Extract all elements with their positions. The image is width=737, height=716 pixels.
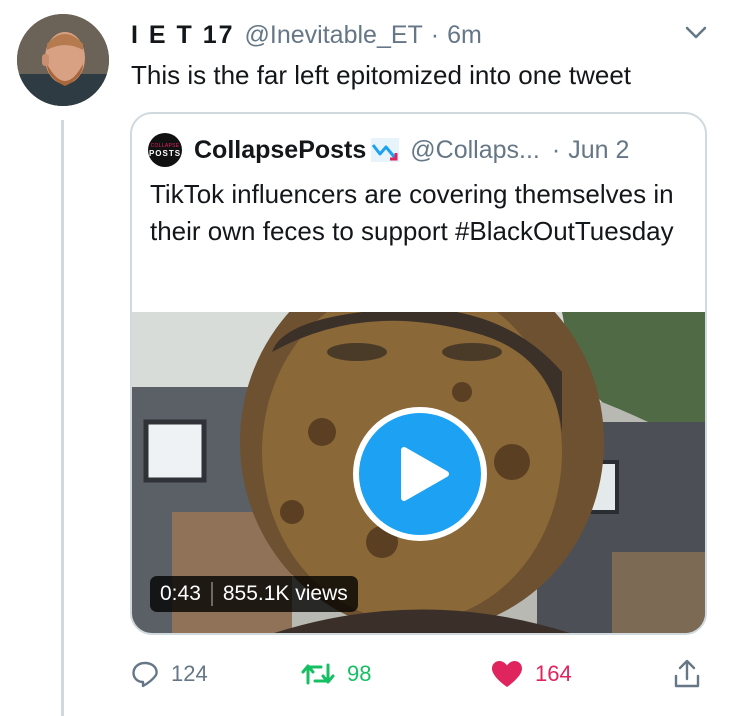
tweet-timestamp[interactable]: 6m xyxy=(447,21,482,50)
video-duration: 0:43 xyxy=(160,582,201,605)
reply-count: 124 xyxy=(171,661,208,686)
share-icon xyxy=(674,659,700,688)
share-button[interactable] xyxy=(673,654,701,694)
author-avatar[interactable] xyxy=(17,14,109,106)
play-button[interactable] xyxy=(353,407,487,541)
quoted-tweet-card[interactable]: COLLAPSE POSTS CollapsePosts @Collaps...… xyxy=(130,112,707,635)
chevron-down-icon[interactable] xyxy=(685,26,707,40)
heart-icon xyxy=(492,661,522,687)
video-info-badge: 0:43 855.1K views xyxy=(150,576,358,612)
tweet-header: I E T 17 @Inevitable_ET · 6m xyxy=(131,19,482,51)
tweet-actions: 124 98 164 xyxy=(131,654,711,694)
reply-icon xyxy=(132,661,158,688)
header-separator: · xyxy=(430,20,440,49)
quoted-tweet-header: COLLAPSE POSTS CollapsePosts @Collaps...… xyxy=(148,133,629,167)
tweet-text: This is the far left epitomized into one… xyxy=(131,60,632,90)
quoted-author-handle: @Collaps... xyxy=(410,135,540,164)
reply-button[interactable]: 124 xyxy=(131,654,208,694)
chart-down-icon xyxy=(371,138,400,162)
quoted-author-display-name: CollapsePosts xyxy=(194,135,367,164)
avatar-logo-text-bottom: POSTS xyxy=(148,148,182,158)
author-display-name[interactable]: I E T 17 xyxy=(131,21,235,50)
video-player[interactable]: 0:43 855.1K views xyxy=(132,312,705,633)
play-icon xyxy=(401,447,449,501)
avatar-photo xyxy=(17,14,109,106)
thread-line xyxy=(61,120,64,716)
quoted-author-avatar: COLLAPSE POSTS xyxy=(148,133,182,167)
like-count: 164 xyxy=(535,661,572,686)
video-view-count: 855.1K views xyxy=(222,582,348,605)
retweet-count: 98 xyxy=(347,661,372,686)
quoted-header-separator: · xyxy=(551,135,561,164)
retweet-icon xyxy=(301,663,335,685)
author-handle[interactable]: @Inevitable_ET xyxy=(245,21,423,50)
like-button[interactable]: 164 xyxy=(491,654,572,694)
quoted-tweet-text: TikTok influencers are covering themselv… xyxy=(150,179,674,246)
quoted-tweet-date: Jun 2 xyxy=(568,135,630,164)
retweet-button[interactable]: 98 xyxy=(301,654,371,694)
